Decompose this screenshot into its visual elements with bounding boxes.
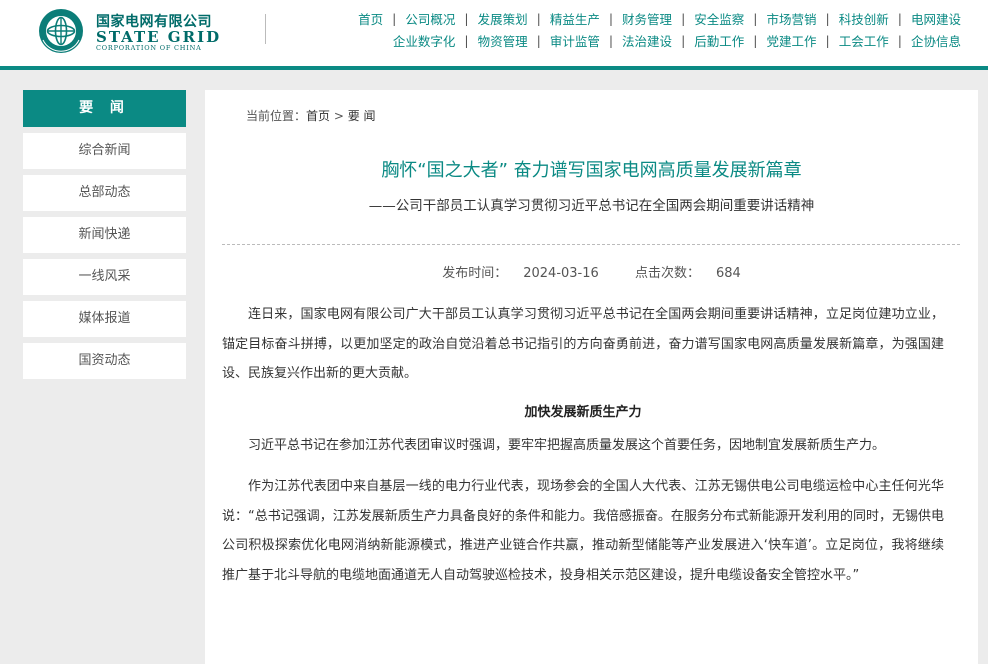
nav-item-lean-production[interactable]: 精益生产 — [550, 9, 600, 28]
publish-info: 发布时间： 2024-03-16 — [434, 266, 607, 281]
nav-item-union[interactable]: 工会工作 — [839, 31, 889, 50]
sidebar-item-sasac-updates[interactable]: 国资动态 — [23, 343, 186, 379]
nav-separator: | — [753, 33, 758, 48]
nav-item-grid-construction[interactable]: 电网建设 — [911, 9, 961, 28]
nav-separator: | — [464, 11, 469, 26]
logo-divider — [265, 14, 266, 44]
nav-separator: | — [681, 11, 686, 26]
nav-item-materials[interactable]: 物资管理 — [478, 31, 528, 50]
nav-separator: | — [536, 33, 541, 48]
article-paragraph: 作为江苏代表团中来自基层一线的电力行业代表，现场参会的全国人大代表、江苏无锡供电… — [222, 478, 944, 583]
article-body: 连日来，国家电网有限公司广大干部员工认真学习贯彻习近平总书记在全国两会期间重要讲… — [222, 300, 944, 590]
article-panel: 当前位置：首页 > 要 闻 胸怀“国之大者” 奋力谱写国家电网高质量发展新篇章 … — [205, 90, 978, 664]
article-meta: 发布时间： 2024-03-16 点击次数： 684 — [205, 262, 978, 281]
nav-item-home[interactable]: 首页 — [358, 9, 383, 28]
nav-separator: | — [897, 11, 902, 26]
nav-separator: | — [753, 11, 758, 26]
nav-separator: | — [825, 11, 830, 26]
sidebar-item-news-express[interactable]: 新闻快递 — [23, 217, 186, 253]
sidebar-item-frontline[interactable]: 一线风采 — [23, 259, 186, 295]
nav-item-enterprise-association[interactable]: 企协信息 — [911, 31, 961, 50]
article-title: 胸怀“国之大者” 奋力谱写国家电网高质量发展新篇章 — [381, 160, 802, 181]
nav-item-digitalization[interactable]: 企业数字化 — [393, 31, 456, 50]
nav-item-marketing[interactable]: 市场营销 — [767, 9, 817, 28]
click-info: 点击次数： 684 — [627, 266, 749, 281]
nav-separator: | — [392, 11, 397, 26]
header-accent-bar — [0, 66, 988, 70]
nav-item-safety[interactable]: 安全监察 — [694, 9, 744, 28]
sidebar-item-media-reports[interactable]: 媒体报道 — [23, 301, 186, 337]
sidebar-heading: 要 闻 — [23, 90, 186, 127]
breadcrumb-prefix: 当前位置： — [246, 109, 307, 123]
nav-item-tech-innovation[interactable]: 科技创新 — [839, 9, 889, 28]
nav-separator: | — [897, 33, 902, 48]
publish-date: 2024-03-16 — [523, 266, 599, 281]
click-count-label: 点击次数： — [634, 266, 700, 281]
sidebar: 要 闻 综合新闻 总部动态 新闻快递 一线风采 媒体报道 国资动态 — [23, 90, 186, 379]
article-paragraph: 连日来，国家电网有限公司广大干部员工认真学习贯彻习近平总书记在全国两会期间重要讲… — [222, 307, 944, 382]
nav-separator: | — [608, 33, 614, 48]
title-divider — [222, 244, 960, 245]
click-count: 684 — [715, 266, 741, 281]
nav-separator: | — [681, 33, 686, 48]
breadcrumb-separator: > — [330, 109, 348, 123]
breadcrumb-current[interactable]: 要 闻 — [348, 109, 376, 123]
breadcrumb: 当前位置：首页 > 要 闻 — [246, 107, 376, 124]
nav-item-legal[interactable]: 法治建设 — [622, 31, 672, 50]
breadcrumb-home[interactable]: 首页 — [306, 109, 330, 123]
state-grid-logo[interactable]: 国家电网有限公司 STATE GRID CORPORATION OF CHINA — [38, 8, 248, 54]
sidebar-item-hq-updates[interactable]: 总部动态 — [23, 175, 186, 211]
nav-item-development-planning[interactable]: 发展策划 — [478, 9, 528, 28]
brand-corp: CORPORATION OF CHINA — [96, 44, 202, 52]
nav-item-company-overview[interactable]: 公司概况 — [405, 9, 455, 28]
article-subtitle: ——公司干部员工认真学习贯彻习近平总书记在全国两会期间重要讲话精神 — [368, 198, 815, 214]
nav-separator: | — [825, 33, 830, 48]
sidebar-item-general-news[interactable]: 综合新闻 — [23, 133, 186, 169]
publish-label: 发布时间： — [442, 266, 508, 281]
state-grid-emblem-icon — [39, 9, 83, 53]
nav-item-logistics[interactable]: 后勤工作 — [694, 31, 744, 50]
main-nav-row-1: 首页 | 公司概况 | 发展策划 | 精益生产 | 财务管理 | 安全监察 | 市场营销 | … — [358, 9, 961, 28]
nav-separator: | — [464, 33, 469, 48]
nav-separator: | — [608, 11, 614, 26]
main-nav-row-2: 企业数字化 | 物资管理 | 审计监管 | 法治建设 | 后勤工作 | 党建工作 | 工会工… — [393, 31, 961, 50]
article-section-heading: 加快发展新质生产力 — [524, 404, 642, 420]
nav-separator: | — [536, 11, 541, 26]
article-paragraph: 习近平总书记在参加江苏代表团审议时强调，要牢牢把握高质量发展这个首要任务，因地制… — [248, 438, 886, 454]
nav-item-audit[interactable]: 审计监管 — [550, 31, 600, 50]
site-header: 国家电网有限公司 STATE GRID CORPORATION OF CHINA… — [0, 0, 988, 66]
nav-item-finance[interactable]: 财务管理 — [622, 9, 672, 28]
nav-item-party-building[interactable]: 党建工作 — [767, 31, 817, 50]
